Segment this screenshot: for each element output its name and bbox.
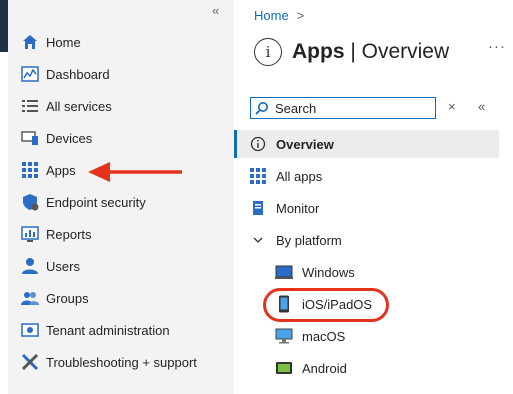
page-title: Apps | Overview bbox=[292, 40, 449, 64]
menu-label: All apps bbox=[276, 168, 323, 184]
nav-label: Tenant administration bbox=[46, 322, 170, 338]
nav-item-devices[interactable]: Devices bbox=[20, 126, 232, 150]
monitor-book-icon bbox=[248, 198, 268, 218]
menu-label: Overview bbox=[276, 136, 334, 152]
nav-item-troubleshooting[interactable]: Troubleshooting + support bbox=[20, 350, 232, 374]
menu-item-monitor[interactable]: Monitor bbox=[248, 194, 498, 222]
red-arrow-annotation bbox=[88, 162, 182, 182]
menu-item-android[interactable]: Android bbox=[274, 354, 494, 382]
shield-icon bbox=[20, 192, 40, 212]
nav-label: All services bbox=[46, 98, 112, 114]
breadcrumb: Home > bbox=[254, 8, 304, 23]
window-edge bbox=[0, 0, 8, 394]
nav-item-all-services[interactable]: All services bbox=[20, 94, 232, 118]
dashboard-icon bbox=[20, 64, 40, 84]
nav-label: Apps bbox=[46, 162, 76, 178]
nav-label: Endpoint security bbox=[46, 194, 146, 210]
windows-device-icon bbox=[274, 262, 294, 282]
home-icon bbox=[20, 32, 40, 52]
nav-label: Devices bbox=[46, 130, 93, 146]
menu-item-all-apps[interactable]: All apps bbox=[248, 162, 498, 190]
groups-icon bbox=[20, 288, 40, 308]
menu-label: Monitor bbox=[276, 200, 320, 216]
nav-label: Dashboard bbox=[46, 66, 110, 82]
menu-item-macos[interactable]: macOS bbox=[274, 322, 494, 350]
nav-item-reports[interactable]: Reports bbox=[20, 222, 232, 246]
nav-label: Users bbox=[46, 258, 80, 274]
list-icon bbox=[20, 96, 40, 116]
menu-item-overview[interactable]: Overview bbox=[234, 130, 499, 158]
user-icon bbox=[20, 256, 40, 276]
collapse-nav-button[interactable]: « bbox=[212, 3, 219, 18]
android-device-icon bbox=[274, 358, 294, 378]
nav-label: Home bbox=[46, 34, 81, 50]
apps-blade: Home > i Apps | Overview ··· × « Overvie… bbox=[234, 0, 513, 394]
nav-label: Reports bbox=[46, 226, 92, 242]
apps-grid-icon bbox=[20, 160, 40, 180]
info-icon bbox=[248, 134, 268, 154]
info-icon: i bbox=[254, 38, 282, 66]
reports-icon bbox=[20, 224, 40, 244]
search-box[interactable] bbox=[250, 97, 436, 119]
menu-label: Windows bbox=[302, 264, 355, 280]
menu-item-windows[interactable]: Windows bbox=[274, 258, 494, 286]
tenant-admin-icon bbox=[20, 320, 40, 340]
devices-icon bbox=[20, 128, 40, 148]
page-header: i Apps | Overview bbox=[254, 38, 449, 66]
page-title-main: Apps bbox=[292, 40, 345, 63]
more-options-icon[interactable]: ··· bbox=[488, 38, 506, 55]
nav-item-users[interactable]: Users bbox=[20, 254, 232, 278]
page-title-sub: | Overview bbox=[344, 40, 450, 63]
window-edge-dark bbox=[0, 0, 8, 52]
wrench-icon bbox=[20, 352, 40, 372]
nav-label: Groups bbox=[46, 290, 89, 306]
menu-label: Android bbox=[302, 360, 347, 376]
search-input[interactable] bbox=[275, 100, 425, 116]
desktop-icon bbox=[274, 326, 294, 346]
nav-item-home[interactable]: Home bbox=[20, 30, 232, 54]
menu-label: By platform bbox=[276, 232, 342, 248]
menu-group-by-platform[interactable]: By platform bbox=[248, 226, 498, 254]
chevron-down-icon bbox=[248, 230, 268, 250]
collapse-menu-button[interactable]: « bbox=[478, 99, 485, 114]
menu-label: macOS bbox=[302, 328, 346, 344]
nav-item-tenant-administration[interactable]: Tenant administration bbox=[20, 318, 232, 342]
nav-item-endpoint-security[interactable]: Endpoint security bbox=[20, 190, 232, 214]
clear-search-icon[interactable]: × bbox=[448, 99, 456, 114]
apps-grid-icon bbox=[248, 166, 268, 186]
breadcrumb-home-link[interactable]: Home bbox=[254, 8, 289, 23]
breadcrumb-separator: > bbox=[296, 8, 305, 23]
nav-item-groups[interactable]: Groups bbox=[20, 286, 232, 310]
search-icon bbox=[255, 102, 268, 115]
red-highlight-ring bbox=[263, 288, 389, 322]
nav-label: Troubleshooting + support bbox=[46, 354, 197, 370]
nav-item-dashboard[interactable]: Dashboard bbox=[20, 62, 232, 86]
